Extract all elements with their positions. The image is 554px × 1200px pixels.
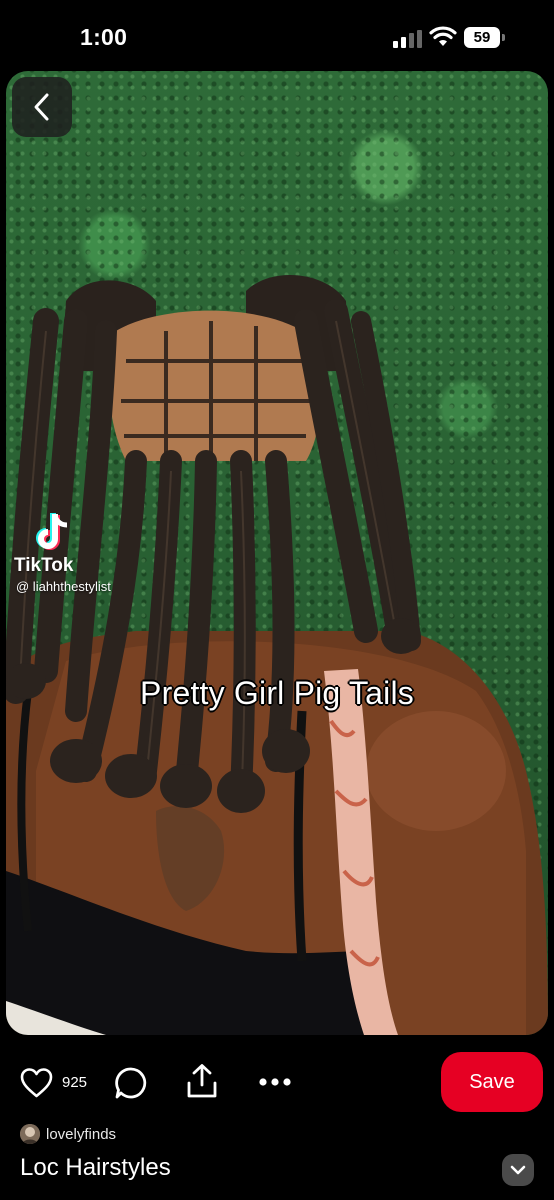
- avatar-image: [20, 1124, 40, 1144]
- avatar[interactable]: [20, 1124, 40, 1144]
- save-button[interactable]: Save: [441, 1052, 543, 1112]
- creator-link[interactable]: lovelyfinds: [20, 1123, 116, 1145]
- pin-title: Loc Hairstyles: [20, 1154, 171, 1181]
- battery-indicator: 59: [464, 27, 506, 48]
- battery-level: 59: [464, 27, 500, 48]
- status-bar: 1:00 59: [0, 0, 554, 70]
- chevron-down-icon: [510, 1165, 526, 1175]
- action-bar: 925 Save: [0, 1045, 554, 1125]
- back-icon: [34, 93, 49, 121]
- heart-icon[interactable]: [20, 1067, 53, 1099]
- photo-scene: [6, 274, 548, 1035]
- back-button[interactable]: [12, 77, 72, 137]
- cellular-signal-icon: [393, 30, 422, 48]
- like-count: 925: [62, 1074, 88, 1091]
- battery-cap: [502, 34, 505, 41]
- video-caption: Pretty Girl Pig Tails: [140, 675, 414, 711]
- pin-image[interactable]: TikTok @ liahhthestylist Pretty Girl Pig…: [6, 71, 548, 1035]
- share-icon[interactable]: [186, 1063, 218, 1099]
- tiktok-logo: [36, 513, 68, 550]
- tiktok-app-name: TikTok: [14, 555, 74, 576]
- creator-name[interactable]: lovelyfinds: [46, 1126, 116, 1143]
- tiktok-handle: @ liahhthestylist: [16, 579, 111, 594]
- status-time: 1:00: [80, 24, 128, 50]
- more-icon[interactable]: [258, 1077, 292, 1087]
- wifi-icon: [429, 26, 457, 46]
- expand-button[interactable]: [502, 1154, 534, 1186]
- comment-icon[interactable]: [114, 1066, 148, 1100]
